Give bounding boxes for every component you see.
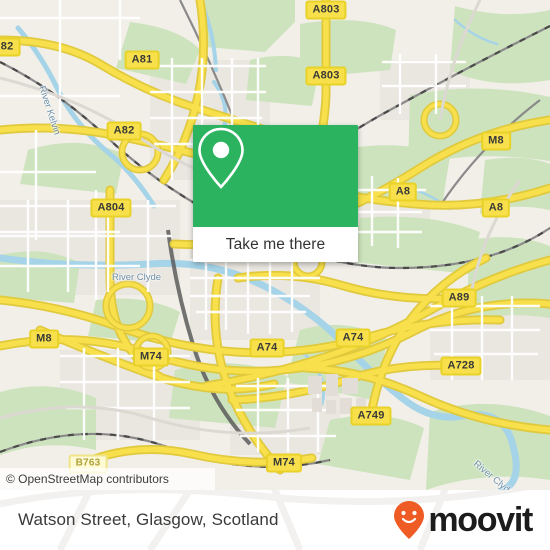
footer-bar: Watson Street, Glasgow, Scotland moovit (0, 490, 550, 550)
road-shield-a82-4: A82 (106, 121, 142, 141)
map-pin-icon (198, 127, 244, 189)
road-shield-a89-13: A89 (441, 288, 477, 308)
moovit-logo[interactable]: moovit (393, 500, 533, 540)
road-shield-a749-15: A749 (350, 406, 392, 426)
road-shield-a803-1: A803 (305, 66, 347, 86)
road-shield-m74-10: M74 (133, 347, 169, 367)
take-me-there-label: Take me there (225, 235, 326, 253)
road-shield-m74-16: M74 (266, 453, 302, 473)
road-shield-m8-5: M8 (481, 131, 511, 151)
map-attribution: © OpenStreetMap contributors (0, 468, 215, 490)
road-shield-m8-9: M8 (29, 329, 59, 349)
take-me-there-button[interactable]: Take me there (193, 227, 358, 262)
moovit-pin-smiley-icon (394, 501, 425, 539)
road-shield-a8-6: A8 (388, 182, 418, 202)
road-shield-a803-0: A803 (305, 0, 347, 20)
road-shield-a728-14: A728 (440, 356, 482, 376)
road-shield-a8-7: A8 (481, 198, 511, 218)
attribution-text: © OpenStreetMap contributors (6, 472, 169, 486)
road-shield-a74-11: A74 (249, 338, 285, 358)
road-shield-a81-3: A81 (124, 50, 160, 70)
moovit-map-screenshot: A803 A803 A82 A81 A82 M8 A8 A8 A804 M8 M74 A74 A74 A8… (0, 0, 550, 550)
location-callout-card[interactable]: Take me there (193, 125, 358, 262)
map-canvas[interactable]: A803 A803 A82 A81 A82 M8 A8 A8 A804 M8 M74 A74 A74 A8… (0, 0, 550, 490)
place-name-label: Watson Street, Glasgow, Scotland (18, 510, 279, 529)
water-label-river-clyde-1: River Clyde (112, 272, 162, 283)
moovit-wordmark: moovit (428, 501, 533, 539)
road-shield-a804-8: A804 (90, 198, 132, 218)
callout-image-area (193, 125, 358, 227)
road-shield-a82-2: A82 (0, 37, 21, 57)
footer-content-row: Watson Street, Glasgow, Scotland moovit (0, 490, 550, 550)
road-shield-a74-12: A74 (335, 328, 371, 348)
